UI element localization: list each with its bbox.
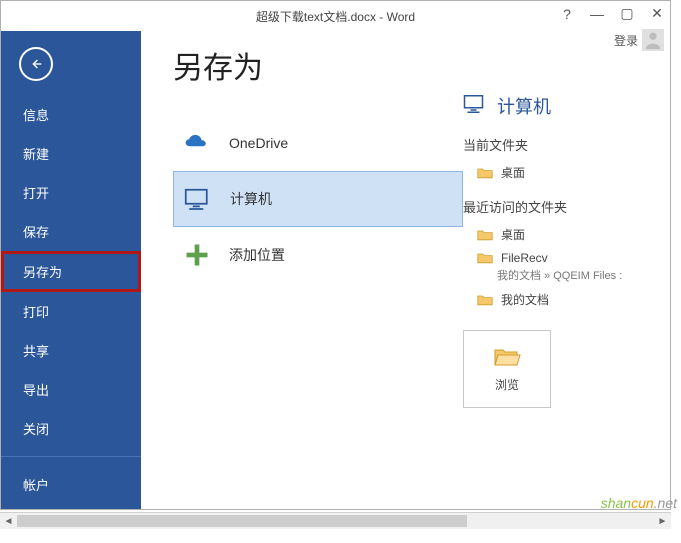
add-icon <box>183 241 211 269</box>
panel-header: 计算机 <box>463 93 654 119</box>
scroll-thumb[interactable] <box>17 515 467 527</box>
location-computer[interactable]: 计算机 <box>173 171 463 227</box>
current-folder-section: 当前文件夹 <box>463 135 654 154</box>
backstage-sidebar: 信息 新建 打开 保存 另存为 打印 共享 导出 关闭 帐户 选项 <box>1 31 141 509</box>
close-button[interactable]: ✕ <box>648 5 666 22</box>
computer-icon <box>184 185 212 213</box>
location-label: OneDrive <box>229 135 288 151</box>
folder-label: FileRecv <box>501 251 548 265</box>
folder-icon <box>477 252 493 264</box>
location-label: 添加位置 <box>229 245 285 265</box>
folder-label: 桌面 <box>501 226 525 243</box>
folder-desktop-recent[interactable]: 桌面 <box>463 222 654 247</box>
signin-area[interactable]: 登录 <box>614 29 664 51</box>
folder-path: 我的文档 » QQEIM Files : <box>463 267 654 283</box>
location-add[interactable]: 添加位置 <box>173 227 463 283</box>
scroll-right-arrow[interactable]: ► <box>654 513 671 530</box>
right-panel: 计算机 当前文件夹 桌面 最近访问的文件夹 桌面 FileRecv 我的文档 »… <box>463 43 670 509</box>
nav-print[interactable]: 打印 <box>1 292 141 331</box>
window-title: 超级下载text文档.docx - Word <box>256 8 415 25</box>
back-button[interactable] <box>19 47 53 81</box>
folder-label: 桌面 <box>501 164 525 181</box>
folder-open-icon <box>493 346 521 368</box>
nav-open[interactable]: 打开 <box>1 173 141 212</box>
help-button[interactable]: ? <box>558 6 576 22</box>
nav-save[interactable]: 保存 <box>1 212 141 251</box>
computer-icon <box>463 94 487 119</box>
folder-label: 我的文档 <box>501 291 549 308</box>
onedrive-icon <box>183 129 211 157</box>
panel-header-label: 计算机 <box>497 93 551 119</box>
folder-icon <box>477 167 493 179</box>
nav-account[interactable]: 帐户 <box>1 465 141 504</box>
folder-filerecv[interactable]: FileRecv <box>463 247 654 269</box>
titlebar: 超级下载text文档.docx - Word ? — ▢ ✕ <box>1 1 670 31</box>
browse-label: 浏览 <box>495 376 519 393</box>
scroll-track[interactable] <box>17 513 654 529</box>
folder-mydocs[interactable]: 我的文档 <box>463 287 654 312</box>
restore-button[interactable]: ▢ <box>618 5 636 22</box>
nav-saveas[interactable]: 另存为 <box>1 251 141 292</box>
watermark: shancun.net <box>601 495 677 511</box>
nav-export[interactable]: 导出 <box>1 370 141 409</box>
page-title: 另存为 <box>173 43 463 87</box>
nav-new[interactable]: 新建 <box>1 134 141 173</box>
horizontal-scrollbar[interactable]: ◄ ► <box>0 512 671 529</box>
folder-icon <box>477 294 493 306</box>
recent-folders-section: 最近访问的文件夹 <box>463 197 654 216</box>
location-label: 计算机 <box>230 189 272 209</box>
scroll-left-arrow[interactable]: ◄ <box>0 513 17 530</box>
browse-button[interactable]: 浏览 <box>463 330 551 408</box>
nav-separator <box>1 456 141 457</box>
folder-icon <box>477 229 493 241</box>
minimize-button[interactable]: — <box>588 6 606 22</box>
location-onedrive[interactable]: OneDrive <box>173 115 463 171</box>
signin-label: 登录 <box>614 32 638 49</box>
nav-share[interactable]: 共享 <box>1 331 141 370</box>
nav-close[interactable]: 关闭 <box>1 409 141 448</box>
avatar-icon <box>642 29 664 51</box>
nav-info[interactable]: 信息 <box>1 95 141 134</box>
folder-desktop[interactable]: 桌面 <box>463 160 654 185</box>
